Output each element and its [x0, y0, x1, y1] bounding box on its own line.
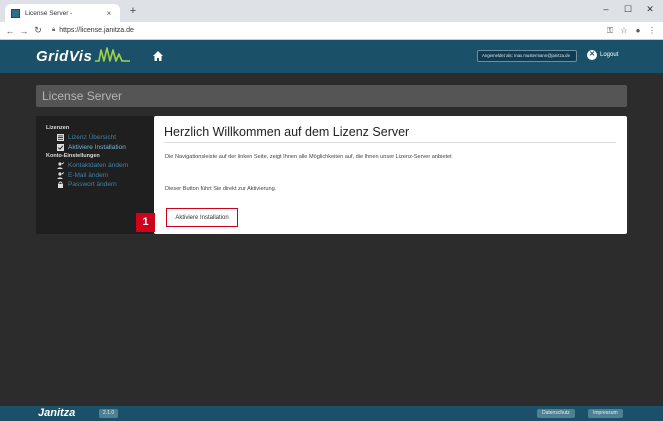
- user-mail-icon: [57, 171, 64, 179]
- activate-installation-button[interactable]: Aktiviere Installation: [166, 208, 238, 227]
- browser-tab[interactable]: License Server - ×: [5, 4, 120, 22]
- menu-dots-icon[interactable]: ⋮: [645, 26, 659, 36]
- tab-title: License Server -: [25, 9, 73, 17]
- sidebar-item-activate-installation[interactable]: Aktiviere Installation: [46, 143, 154, 151]
- page-area: License Server Lizenzen Lizenz Übersicht…: [0, 73, 663, 406]
- close-circle-icon: ✕: [587, 50, 597, 60]
- logout-label: Logout: [600, 52, 619, 58]
- list-icon: [57, 134, 64, 141]
- welcome-heading: Herzlich Willkommen auf dem Lizenz Serve…: [164, 125, 410, 139]
- sidebar-item-license-overview[interactable]: Lizenz Übersicht: [46, 134, 154, 141]
- sidebar-heading-account: Konto-Einstellungen: [46, 153, 100, 159]
- sidebar-item-label: Lizenz Übersicht: [68, 134, 117, 141]
- imprint-link[interactable]: Impressum: [588, 409, 623, 418]
- janitza-logo: Janitza: [38, 407, 76, 419]
- logout-button[interactable]: ✕ Logout: [587, 50, 618, 60]
- address-bar: ← → ↻ 🔒︎ https://license.janitza.de ⚿ ☆ …: [0, 22, 663, 40]
- sidebar-item-label: Aktiviere Installation: [68, 143, 126, 151]
- page-title: License Server: [42, 89, 123, 103]
- url-field[interactable]: 🔒︎ https://license.janitza.de: [52, 27, 603, 34]
- intro-text: Die Navigationsleiste auf der linken Sei…: [165, 154, 452, 160]
- browser-tabbar: License Server - × + – ☐ ✕: [0, 0, 663, 22]
- star-icon[interactable]: ☆: [617, 26, 631, 36]
- new-tab-button[interactable]: +: [126, 5, 140, 17]
- lock-icon: 🔒︎: [52, 27, 56, 33]
- reload-icon[interactable]: ↻: [32, 25, 44, 36]
- logo-wave-icon: [95, 47, 130, 62]
- sidebar-item-change-email[interactable]: E-Mail ändern: [46, 172, 154, 179]
- key-icon[interactable]: ⚿: [603, 26, 617, 36]
- step-badge: 1: [136, 213, 155, 232]
- sidebar-item-label: Kontaktdaten ändern: [68, 162, 129, 169]
- button-hint-text: Dieser Button führt Sie direkt zur Aktiv…: [165, 186, 277, 192]
- privacy-link[interactable]: Datenschutz: [537, 409, 575, 418]
- content-panel: Herzlich Willkommen auf dem Lizenz Serve…: [154, 116, 627, 234]
- tab-close-icon[interactable]: ×: [104, 9, 114, 18]
- favicon-icon: [11, 8, 20, 18]
- maximize-button[interactable]: ☐: [617, 2, 639, 16]
- gridvis-logo: GridVis: [36, 48, 93, 65]
- forward-arrow-icon[interactable]: →: [18, 26, 30, 36]
- profile-icon[interactable]: ●: [631, 26, 645, 36]
- version-badge: 2.1.0: [99, 409, 119, 418]
- sidebar-item-change-password[interactable]: Passwort ändern: [46, 181, 154, 188]
- app-header: GridVis Angemeldet als: max.mustermann@j…: [0, 40, 663, 73]
- app-footer: Janitza 2.1.0 Datenschutz Impressum: [0, 406, 663, 421]
- window-controls: – ☐ ✕: [595, 2, 661, 16]
- sidebar-item-label: Passwort ändern: [68, 181, 117, 188]
- back-arrow-icon[interactable]: ←: [4, 26, 16, 36]
- lock-icon: [58, 181, 63, 188]
- account-field: Angemeldet als: max.mustermann@janitza.d…: [477, 50, 577, 62]
- sidebar-heading-licenses: Lizenzen: [46, 125, 70, 131]
- sidebar-item-change-contact[interactable]: Kontaktdaten ändern: [46, 162, 154, 169]
- close-window-button[interactable]: ✕: [639, 2, 661, 16]
- url-text: https://license.janitza.de: [59, 27, 134, 34]
- user-edit-icon: [57, 162, 64, 169]
- divider: [164, 142, 616, 143]
- minimize-button[interactable]: –: [595, 2, 617, 16]
- home-icon[interactable]: [152, 50, 164, 62]
- sidebar-item-label: E-Mail ändern: [68, 171, 109, 179]
- checkbox-icon: [57, 143, 64, 151]
- page-title-bar: License Server: [36, 85, 627, 107]
